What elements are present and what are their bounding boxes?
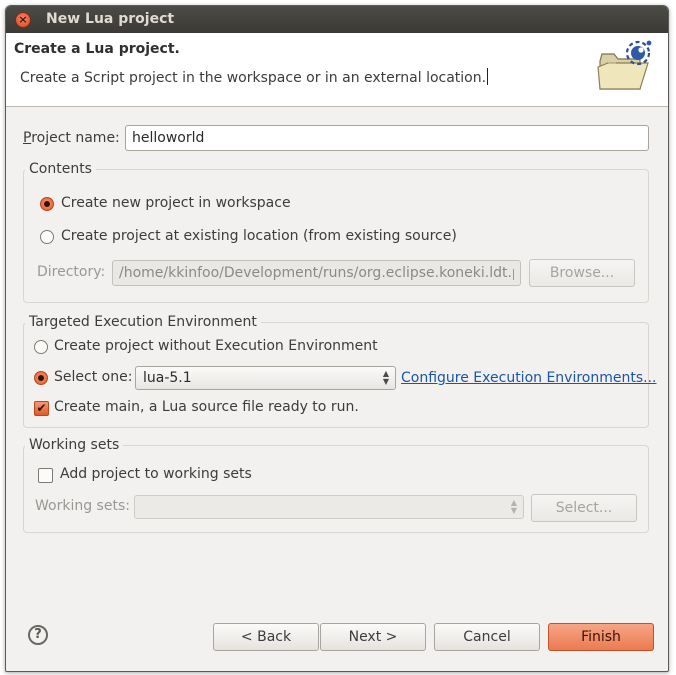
existing-location-label[interactable]: Create project at existing location (fro…	[61, 228, 457, 244]
working-sets-label: Working sets:	[35, 498, 130, 514]
back-button[interactable]: < Back	[213, 623, 319, 651]
cancel-button[interactable]: Cancel	[434, 623, 540, 651]
directory-input[interactable]	[112, 260, 521, 286]
working-sets-group-title: Working sets	[25, 437, 124, 453]
wizard-title: Create a Lua project.	[14, 41, 180, 57]
next-button[interactable]: Next >	[320, 623, 426, 651]
project-name-input[interactable]	[125, 125, 649, 151]
directory-label: Directory:	[37, 264, 106, 280]
selected-environment: lua-5.1	[143, 370, 192, 386]
select-working-sets-button[interactable]: Select...	[531, 494, 637, 522]
help-icon[interactable]: ?	[28, 625, 48, 645]
finish-button[interactable]: Finish	[548, 623, 654, 651]
window-title: New Lua project	[46, 11, 175, 27]
configure-environments-link[interactable]: Configure Execution Environments...	[401, 370, 657, 386]
browse-button[interactable]: Browse...	[529, 259, 635, 287]
text-caret	[487, 68, 489, 85]
create-main-label[interactable]: Create main, a Lua source file ready to …	[54, 399, 359, 415]
new-in-workspace-label[interactable]: Create new project in workspace	[61, 195, 291, 211]
add-to-working-sets-label[interactable]: Add project to working sets	[60, 466, 252, 482]
select-one-label[interactable]: Select one:	[54, 369, 132, 385]
title-bar: × New Lua project	[6, 6, 668, 33]
add-to-working-sets-checkbox[interactable]	[38, 468, 53, 483]
close-icon[interactable]: ×	[15, 12, 31, 28]
new-lua-project-dialog: × New Lua project Create a Lua project. …	[5, 5, 669, 672]
project-name-label: Project name:	[23, 130, 120, 146]
checkmark-icon: ✔	[36, 401, 47, 415]
radio-new-in-workspace[interactable]	[40, 197, 54, 211]
working-sets-select[interactable]: ▲ ▼	[134, 495, 524, 519]
spinner-arrows-icon: ▲ ▼	[510, 498, 517, 515]
radio-existing-location[interactable]	[40, 230, 54, 244]
create-main-checkbox[interactable]: ✔	[34, 401, 49, 416]
radio-select-environment[interactable]	[34, 371, 48, 385]
execution-environment-select[interactable]: lua-5.1 ▲ ▼	[135, 366, 396, 390]
execution-environment-group-title: Targeted Execution Environment	[25, 314, 261, 330]
no-execution-environment-label[interactable]: Create project without Execution Environ…	[54, 338, 378, 354]
radio-no-execution-environment[interactable]	[34, 340, 48, 354]
wizard-header: Create a Lua project. Create a Script pr…	[6, 33, 668, 107]
new-project-folder-icon	[597, 40, 652, 90]
wizard-description: Create a Script project in the workspace…	[20, 68, 489, 86]
spinner-arrows-icon: ▲ ▼	[382, 369, 389, 386]
contents-group-title: Contents	[25, 161, 96, 177]
